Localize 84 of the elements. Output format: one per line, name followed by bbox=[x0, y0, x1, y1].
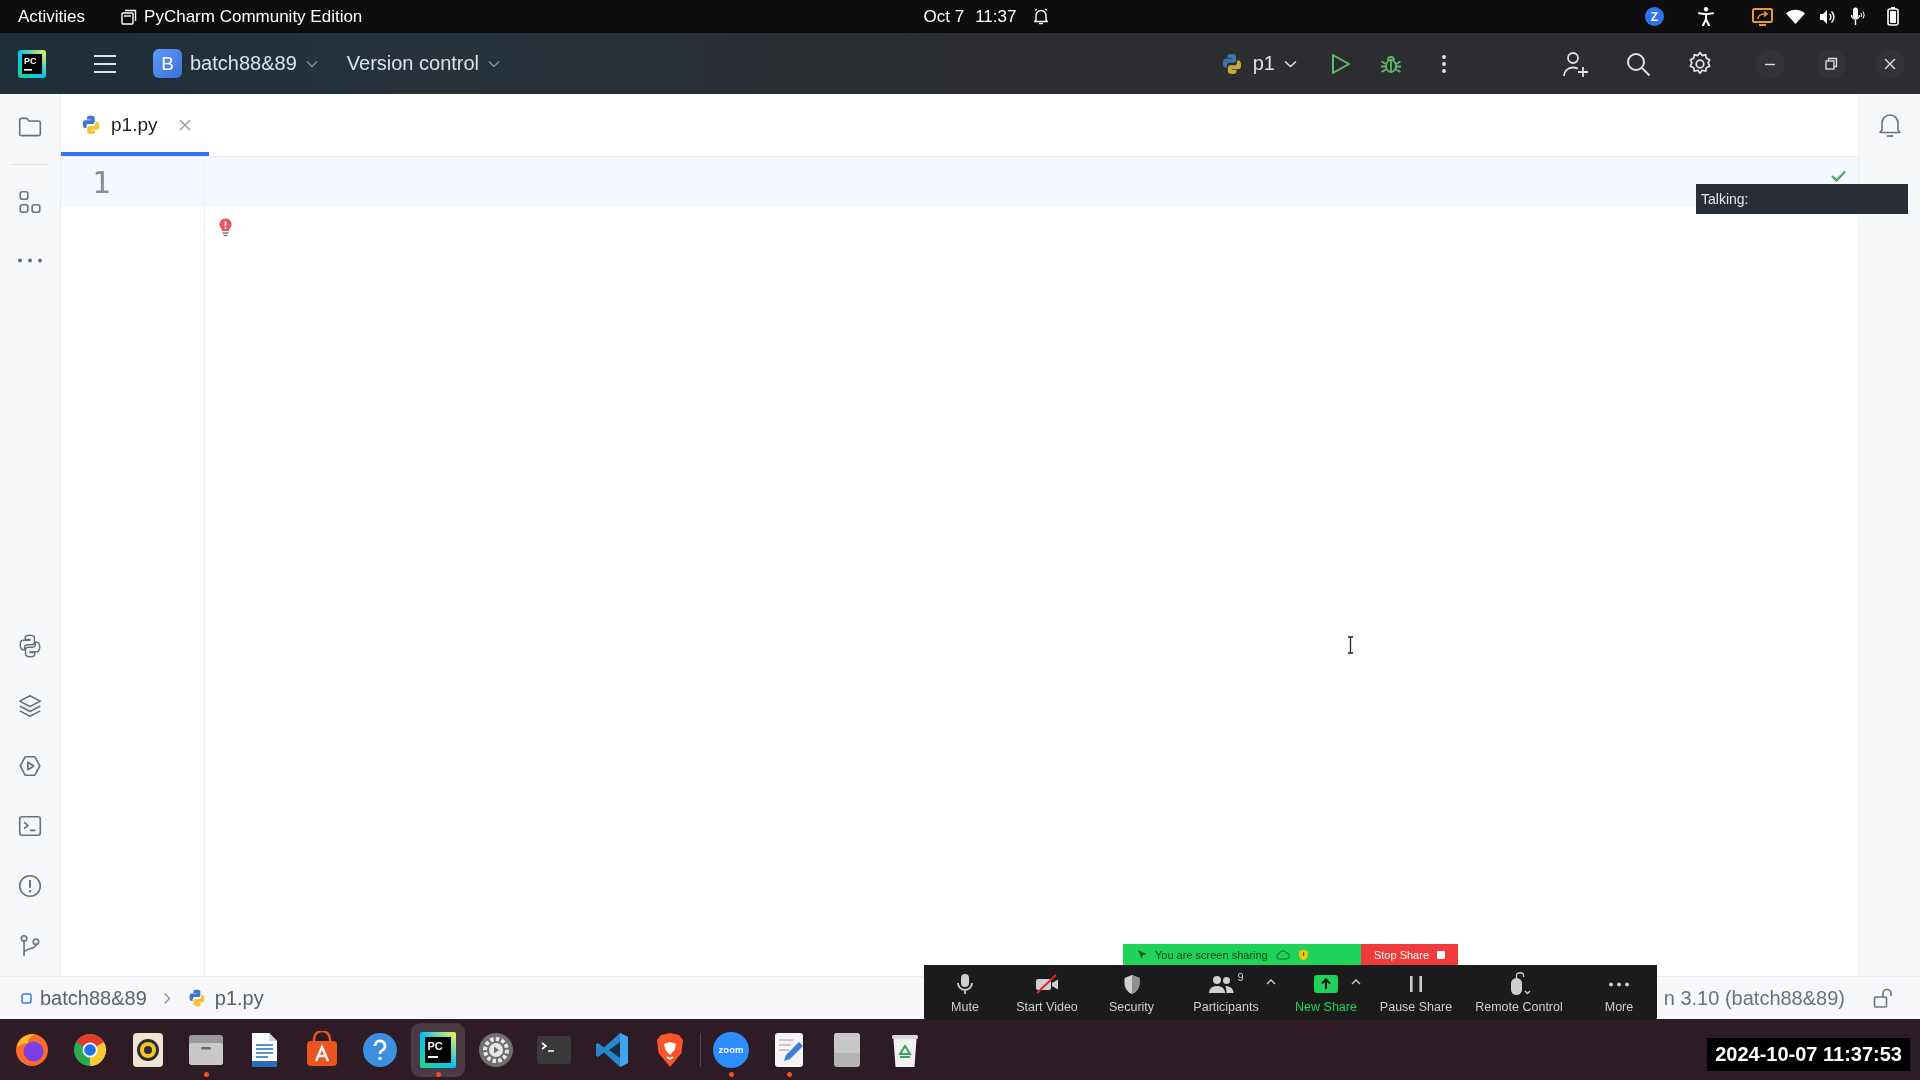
fox-globe-icon bbox=[13, 1031, 51, 1069]
module-icon bbox=[21, 992, 32, 1004]
chevron-down-icon bbox=[488, 59, 501, 68]
python-icon bbox=[80, 114, 102, 136]
battery-icon[interactable] bbox=[1887, 7, 1899, 26]
caret-icon[interactable] bbox=[1351, 979, 1361, 985]
pause-icon bbox=[1409, 975, 1423, 993]
breadcrumb-item[interactable]: batch88&89 bbox=[21, 986, 147, 1010]
breadcrumb-item[interactable]: p1.py bbox=[186, 986, 264, 1010]
help-icon bbox=[361, 1031, 399, 1069]
line-number: 1 bbox=[92, 164, 111, 200]
pc-logo-icon: PC bbox=[419, 1031, 457, 1069]
cloud-icon bbox=[1275, 949, 1290, 960]
start-video-button[interactable]: Start Video bbox=[1006, 965, 1088, 1020]
app-logo: PC bbox=[18, 49, 46, 78]
microphone-icon[interactable] bbox=[1851, 7, 1865, 26]
timestamp-overlay: 2024-10-07 11:37:53 bbox=[1707, 1038, 1910, 1071]
new-share-button[interactable]: New Share bbox=[1277, 965, 1375, 1020]
more-icon bbox=[1608, 981, 1630, 987]
accessibility-icon[interactable] bbox=[1698, 7, 1714, 26]
interpreter-selector[interactable]: n 3.10 (batch88&89) bbox=[1663, 986, 1845, 1010]
participants-button[interactable]: 9 Participants bbox=[1175, 965, 1277, 1020]
bell-icon bbox=[1034, 8, 1049, 25]
stop-share-button[interactable]: Stop Share bbox=[1361, 944, 1458, 965]
gear-icon bbox=[477, 1031, 515, 1069]
search-icon[interactable] bbox=[1625, 50, 1651, 77]
python-icon[interactable] bbox=[17, 633, 43, 659]
play-icon[interactable] bbox=[1331, 52, 1351, 75]
version-control-menu[interactable]: Version control bbox=[346, 52, 501, 75]
talking-tooltip: Talking: bbox=[1696, 184, 1908, 214]
more-button[interactable]: More bbox=[1581, 965, 1657, 1020]
play-hexagon-icon[interactable] bbox=[17, 753, 43, 779]
shield-icon bbox=[1122, 973, 1141, 995]
chevron-down-icon bbox=[305, 59, 318, 68]
add-user-icon[interactable] bbox=[1561, 49, 1589, 78]
layers-icon[interactable] bbox=[17, 693, 43, 719]
restore-icon[interactable] bbox=[1816, 48, 1846, 79]
browser-icon bbox=[71, 1031, 109, 1069]
blocks-icon[interactable] bbox=[17, 189, 43, 215]
app-indicator-icon[interactable]: Z bbox=[1645, 7, 1664, 26]
terminal-icon[interactable] bbox=[17, 813, 43, 839]
microphone-icon bbox=[956, 973, 974, 995]
running-dot-icon bbox=[203, 1072, 209, 1077]
remote-control-button[interactable]: Remote Control bbox=[1457, 965, 1581, 1020]
project-selector[interactable]: B batch88&89 bbox=[153, 49, 318, 78]
people-icon bbox=[1208, 974, 1235, 994]
security-button[interactable]: Security bbox=[1088, 965, 1175, 1020]
lightbulb-icon[interactable] bbox=[219, 218, 232, 237]
unlock-icon[interactable] bbox=[1873, 988, 1893, 1008]
volume-icon[interactable] bbox=[1819, 8, 1836, 25]
more-icon[interactable] bbox=[1441, 53, 1447, 74]
settings-icon[interactable] bbox=[1687, 50, 1713, 77]
pointer-icon bbox=[1137, 949, 1147, 960]
pause-share-button[interactable]: Pause Share bbox=[1375, 965, 1457, 1020]
text-cursor-icon bbox=[1347, 636, 1354, 654]
mute-button[interactable]: Mute bbox=[924, 965, 1006, 1020]
participant-count: 9 bbox=[1237, 971, 1244, 983]
running-dot-icon bbox=[435, 1072, 441, 1077]
dock-item[interactable]: PC bbox=[411, 1023, 465, 1077]
run-configuration-selector[interactable]: p1 bbox=[1219, 51, 1297, 76]
stop-icon bbox=[1437, 950, 1445, 959]
sharing-status-text: You are screen sharing bbox=[1155, 948, 1268, 961]
code-editor-icon bbox=[593, 1031, 631, 1069]
zoom-logo-icon: zoom bbox=[712, 1031, 750, 1069]
project-avatar: B bbox=[153, 49, 182, 78]
alert-icon[interactable] bbox=[17, 873, 43, 899]
more-icon[interactable] bbox=[17, 258, 43, 263]
menu-icon[interactable] bbox=[93, 53, 117, 74]
close-icon[interactable] bbox=[1875, 48, 1905, 79]
clock-button[interactable]: Oct 7 11:37 bbox=[923, 6, 1049, 27]
chevron-down-icon bbox=[1284, 59, 1297, 68]
chevron-right-icon bbox=[162, 991, 171, 1005]
activities-button[interactable]: Activities bbox=[18, 6, 86, 27]
bell-icon[interactable] bbox=[1877, 112, 1902, 138]
app-menu[interactable]: PyCharm Community Edition bbox=[121, 6, 363, 27]
running-dot-icon bbox=[728, 1072, 734, 1077]
running-dot-icon bbox=[786, 1072, 792, 1077]
camera-off-icon bbox=[1035, 974, 1059, 994]
window-icon bbox=[121, 8, 138, 25]
screen-share-icon[interactable] bbox=[1752, 7, 1773, 26]
shield-alert-icon bbox=[1297, 948, 1309, 961]
wifi-icon[interactable] bbox=[1786, 9, 1805, 24]
caret-icon[interactable] bbox=[1266, 979, 1276, 985]
check-icon[interactable] bbox=[1831, 170, 1846, 182]
